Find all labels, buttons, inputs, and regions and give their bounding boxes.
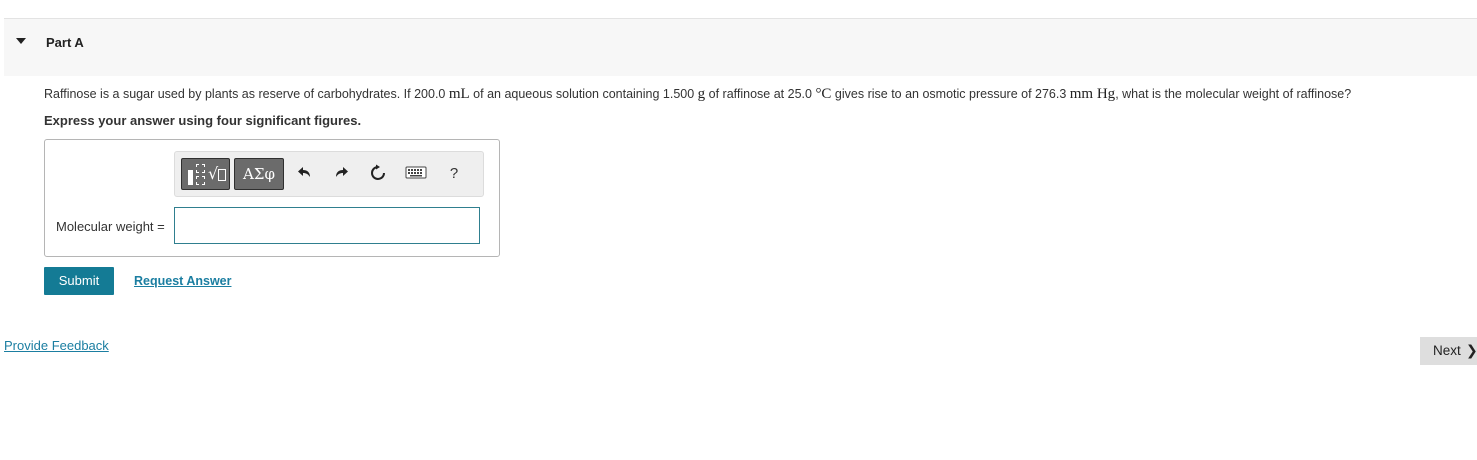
question-text-part: , what is the molecular weight of raffin… [1115, 87, 1352, 101]
request-answer-link[interactable]: Request Answer [134, 274, 231, 288]
symbols-button[interactable]: ΑΣφ [234, 158, 284, 190]
reset-icon[interactable] [369, 164, 387, 184]
question-text-part: of an aqueous solution containing 1.500 [469, 87, 698, 101]
help-button[interactable]: ? [446, 164, 462, 184]
unit-milliliters: mL [448, 86, 470, 102]
next-label: Next [1433, 343, 1461, 358]
fraction-denominator-icon [196, 176, 205, 185]
instruction-text: Express your answer using four significa… [44, 113, 362, 128]
undo-icon[interactable] [296, 164, 314, 184]
redo-icon[interactable] [332, 164, 350, 184]
question-text-part: gives rise to an osmotic pressure of 276… [831, 87, 1070, 101]
part-header[interactable] [4, 19, 1477, 76]
question-text: Raffinose is a sugar used by plants as r… [44, 86, 1351, 103]
keyboard-icon[interactable] [405, 164, 427, 184]
next-button[interactable]: Next ❯ [1420, 337, 1477, 365]
fraction-numerator-icon [196, 164, 205, 173]
provide-feedback-link[interactable]: Provide Feedback [4, 338, 109, 353]
part-title[interactable]: Part A [46, 35, 84, 50]
radical-box-icon [218, 169, 226, 181]
answer-input[interactable] [174, 207, 480, 244]
math-toolbar: √ ΑΣφ ? [174, 151, 484, 197]
answer-box: √ ΑΣφ ? Molecular weight = [44, 139, 500, 257]
unit-mmhg: mm Hg [1069, 86, 1116, 102]
caret-down-icon[interactable] [16, 38, 26, 44]
question-text-part: Raffinose is a sugar used by plants as r… [44, 87, 449, 101]
unit-celsius: °C [815, 86, 832, 102]
question-text-part: of raffinose at 25.0 [705, 87, 816, 101]
radical-icon: √ [208, 164, 219, 183]
chevron-right-icon: ❯ [1466, 343, 1477, 359]
submit-button[interactable]: Submit [44, 267, 114, 295]
templates-icon[interactable]: √ [181, 158, 230, 190]
template-block-icon [188, 170, 193, 185]
answer-label: Molecular weight = [56, 219, 165, 234]
